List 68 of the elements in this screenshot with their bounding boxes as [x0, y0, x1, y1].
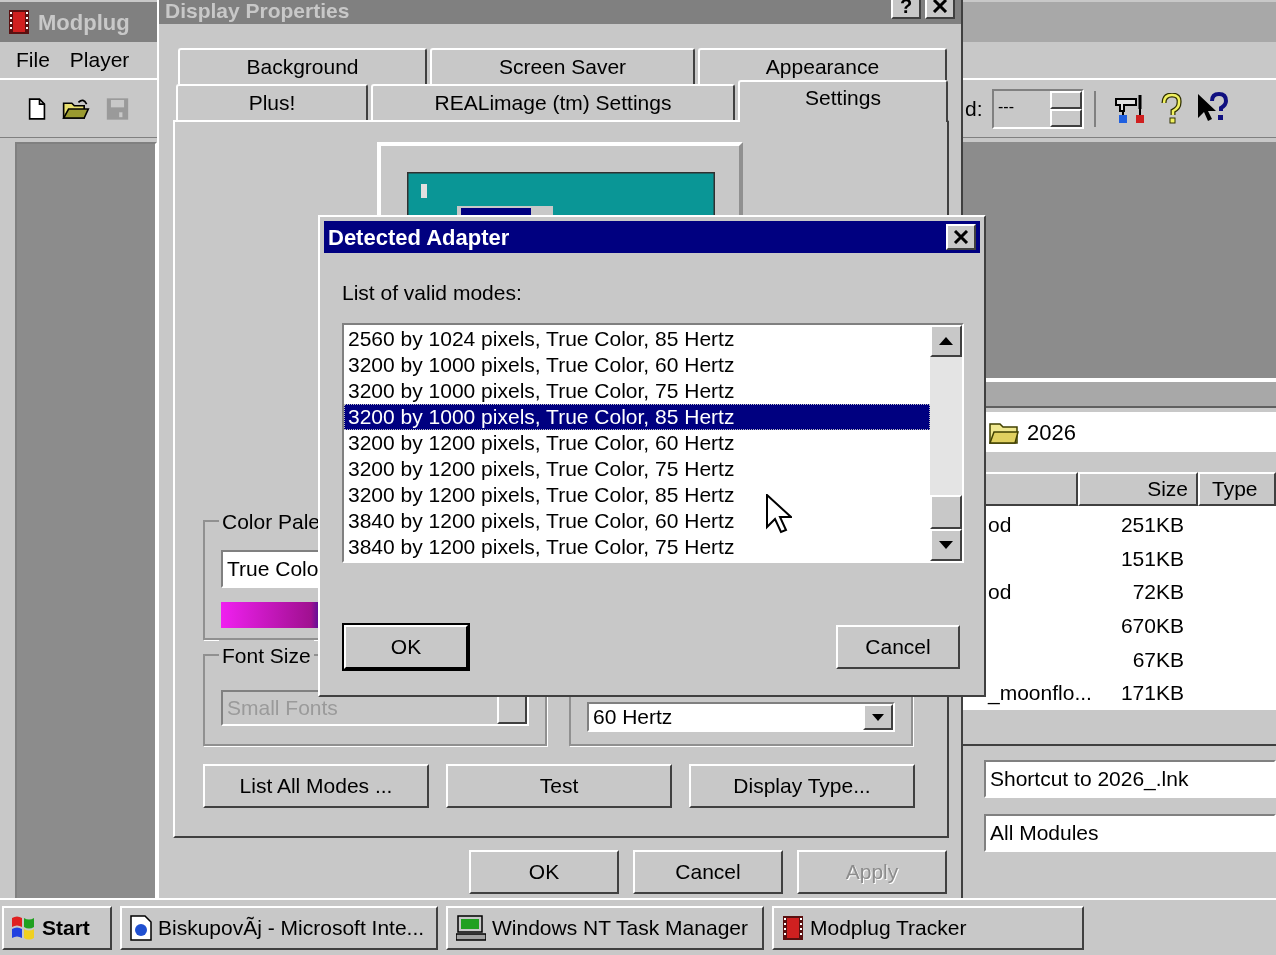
tab[interactable]: Screen Saver [430, 48, 695, 84]
mouse-cursor-icon [766, 494, 792, 534]
file-size: 72KB [1132, 580, 1184, 604]
tab[interactable]: REALimage (tm) Settings [371, 84, 735, 120]
file-size: 251KB [1120, 513, 1184, 537]
button[interactable]: List All Modes ... [203, 764, 429, 808]
list-item[interactable]: 3840 by 1200 pixels, True Color, 75 Hertz [344, 533, 930, 560]
globe-page-icon [130, 914, 152, 941]
tab[interactable]: Background [178, 48, 427, 84]
button[interactable]: OK [344, 624, 468, 669]
text-field[interactable]: Shortcut to 2026_.lnk [984, 760, 1276, 798]
list-item[interactable]: 3200 by 1000 pixels, True Color, 60 Hertz [344, 351, 930, 378]
tab[interactable]: Settings [738, 80, 948, 122]
button[interactable]: Cancel [633, 850, 783, 894]
close-icon [932, 0, 948, 13]
button[interactable]: Cancel [836, 624, 960, 669]
dropdown[interactable]: 60 Hertz [587, 702, 895, 732]
tab[interactable]: Plus! [176, 84, 368, 120]
dropdown-arrow-icon [872, 713, 884, 721]
list-item[interactable]: 3200 by 1000 pixels, True Color, 75 Hertz [344, 377, 930, 404]
file-size: 151KB [1120, 546, 1184, 570]
file-size: 171KB [1120, 681, 1184, 705]
computer-icon [456, 914, 486, 941]
window-title: Display Properties [165, 0, 350, 24]
window-title: Modplug [38, 8, 130, 37]
list-item[interactable]: 2560 by 1024 pixels, True Color, 85 Hertz [344, 325, 930, 352]
scrollbar[interactable] [930, 324, 962, 561]
button[interactable]: OK [469, 850, 619, 894]
film-icon [8, 9, 30, 35]
button[interactable]: Display Type... [689, 764, 915, 808]
dialog-title: Detected Adapter [328, 223, 510, 252]
spin-field[interactable]: --- [992, 88, 1084, 129]
button[interactable]: Test [446, 764, 672, 808]
file-size: 670KB [1120, 614, 1184, 638]
list-item[interactable]: 3200 by 1200 pixels, True Color, 60 Hertz [344, 429, 930, 456]
taskbar-button[interactable]: Modplug Tracker [772, 905, 1084, 950]
menu-item[interactable]: File [16, 44, 50, 76]
close-button[interactable] [946, 224, 976, 250]
column-header[interactable]: Size [1078, 472, 1198, 506]
film-icon [782, 914, 804, 941]
scroll-up-icon [939, 336, 953, 345]
menu-item[interactable]: Player [69, 44, 130, 76]
taskbar-button[interactable]: BiskupovÃj - Microsoft Inte... [120, 905, 438, 950]
list-item[interactable]: 3840 by 1200 pixels, True Color, 60 Hertz [344, 507, 930, 534]
text-field[interactable]: All Modules [984, 814, 1276, 852]
scroll-down-icon [939, 540, 953, 549]
list-item[interactable]: 3200 by 1000 pixels, True Color, 85 Hertz [344, 403, 930, 430]
close-icon [953, 230, 969, 244]
spin-up-button[interactable] [1050, 90, 1082, 109]
taskbar-button[interactable]: Windows NT Task Manager [446, 905, 764, 950]
help-icon[interactable] [1160, 92, 1182, 125]
scroll-thumb[interactable] [930, 494, 962, 529]
start-button[interactable]: Start [2, 905, 112, 950]
list-item[interactable]: 3200 by 1200 pixels, True Color, 75 Hertz [344, 455, 930, 482]
close-button[interactable] [925, 0, 955, 19]
field-label: d: [965, 95, 984, 122]
folder-icon [989, 420, 1019, 444]
column-header[interactable]: Type [1198, 472, 1276, 506]
file-name[interactable]: _moonflo... [988, 681, 1092, 705]
file-name[interactable]: od [988, 580, 1012, 604]
tab[interactable]: Appearance [698, 48, 947, 84]
file-size: 67KB [1132, 647, 1184, 671]
file-name[interactable]: od [988, 513, 1012, 537]
list-item[interactable]: 3200 by 1200 pixels, True Color, 85 Hertz [344, 481, 930, 508]
spin-down-button[interactable] [1050, 108, 1082, 127]
modes-list[interactable] [342, 322, 964, 563]
folder-path-field[interactable]: 2026 [985, 412, 1276, 452]
list-label: List of valid modes: [342, 280, 523, 306]
